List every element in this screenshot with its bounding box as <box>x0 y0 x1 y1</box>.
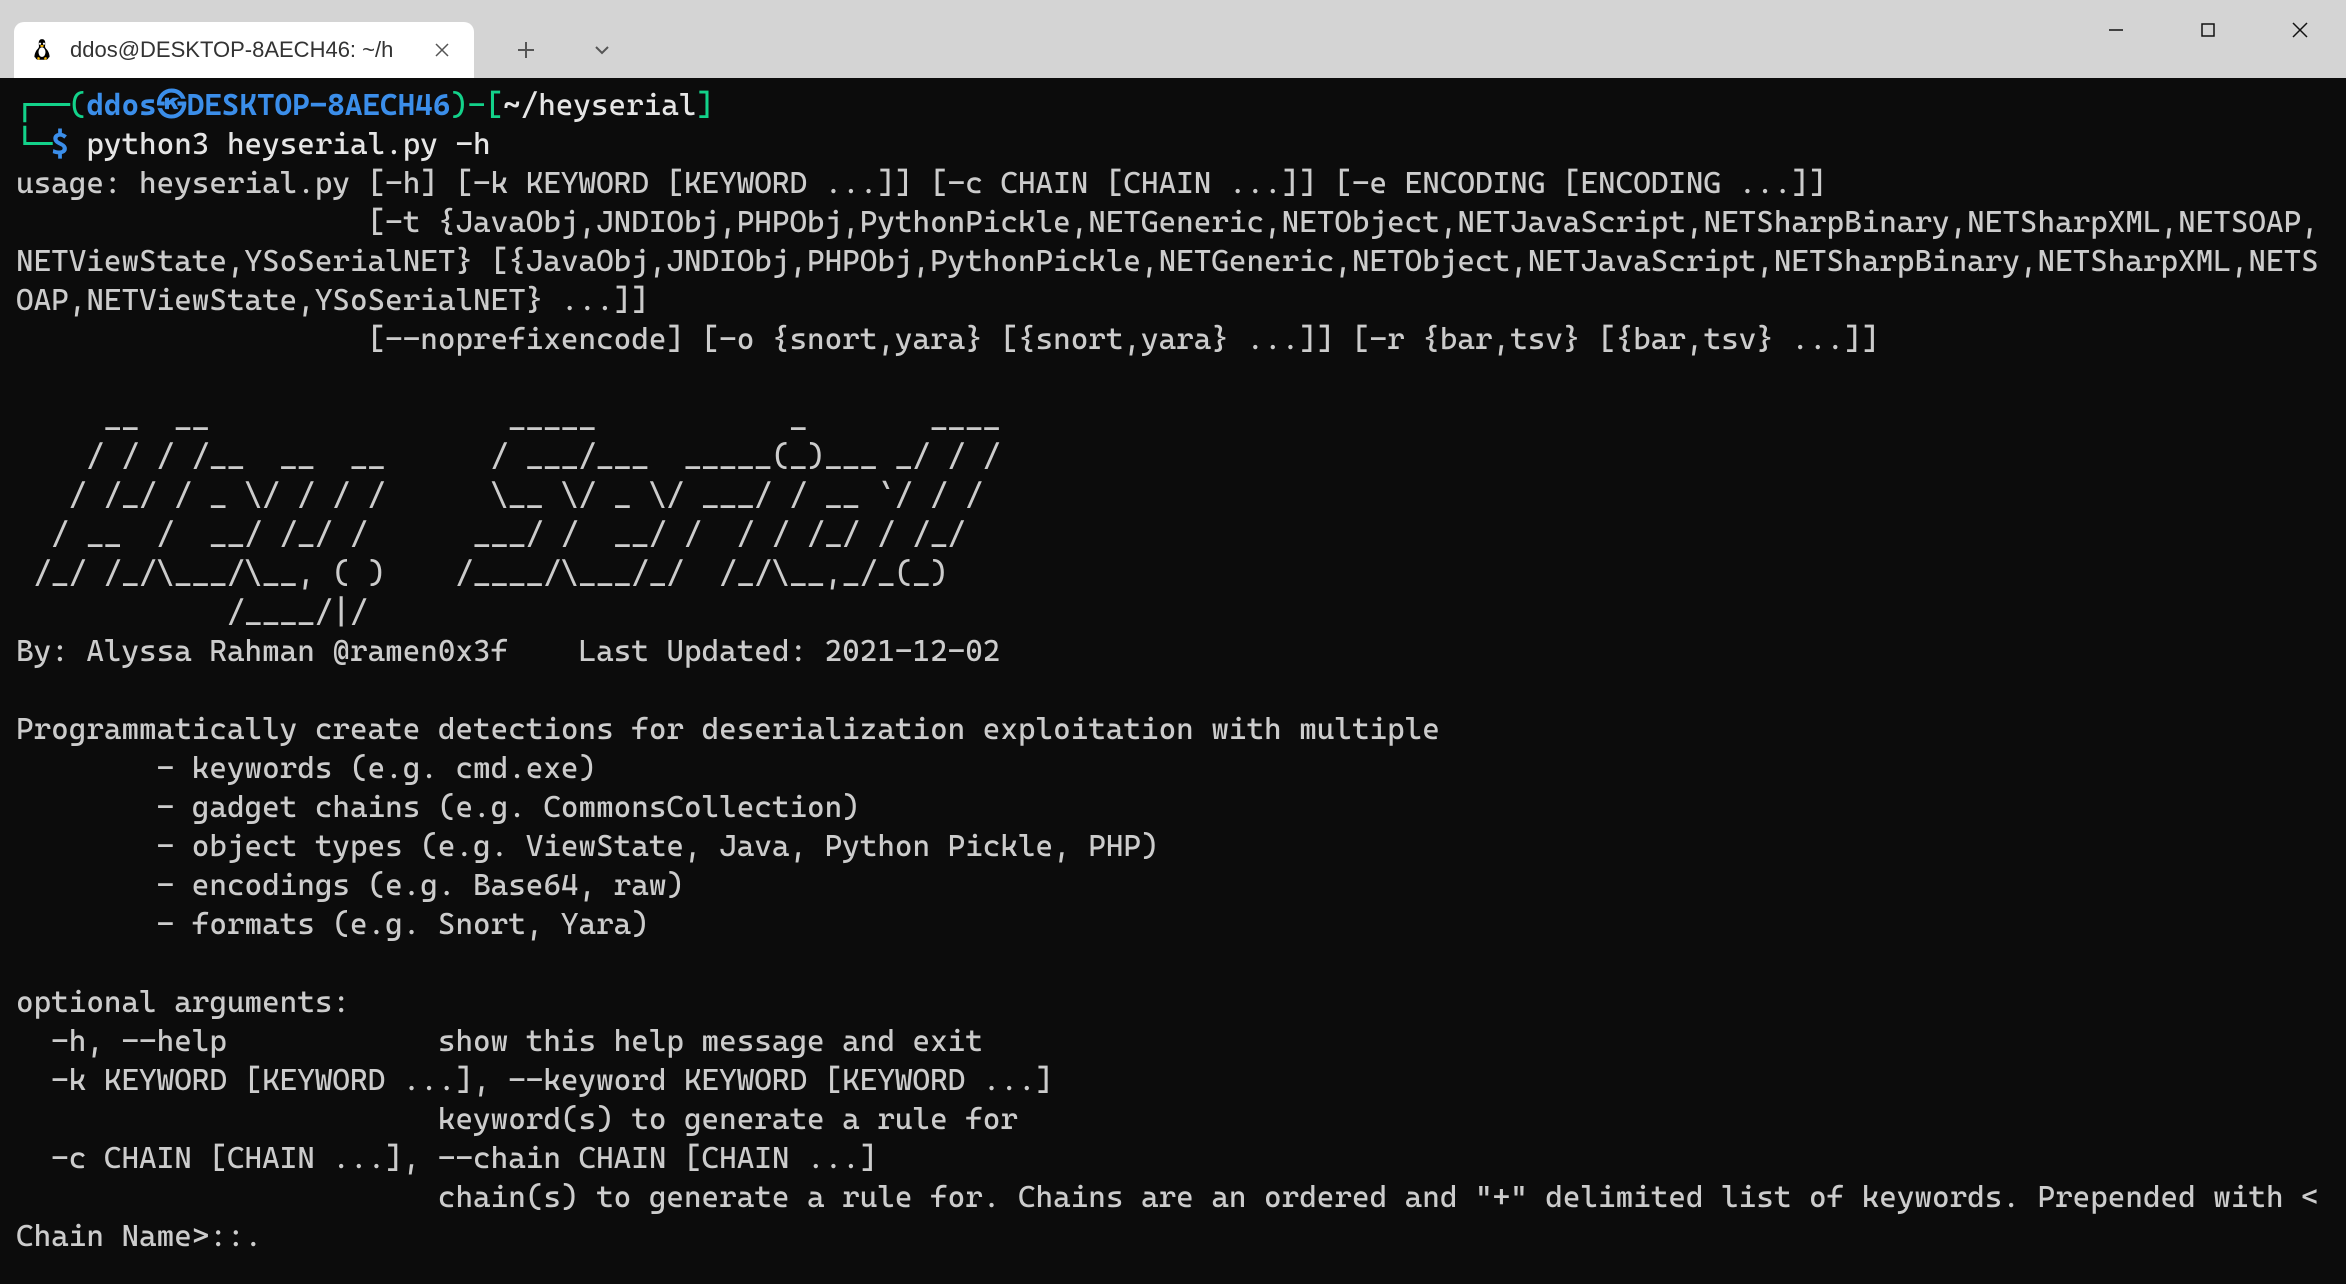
prompt-line2: └─ <box>16 127 51 162</box>
tux-icon <box>28 36 56 64</box>
opt-line: -h, --help show this help message and ex… <box>16 1022 2330 1061</box>
opt-line: -c CHAIN [CHAIN ...], --chain CHAIN [CHA… <box>16 1139 2330 1178</box>
blank1 <box>16 359 2330 398</box>
terminal-body[interactable]: ┌──(ddos㉿DESKTOP-8AECH46)-[~/heyserial] … <box>0 78 2346 1284</box>
byline: By: Alyssa Rahman @ramen0x3f Last Update… <box>16 632 2330 671</box>
tab-title: ddos@DESKTOP-8AECH46: ~/h <box>70 37 410 63</box>
opt-line: -k KEYWORD [KEYWORD ...], --keyword KEYW… <box>16 1061 2330 1100</box>
maximize-button[interactable] <box>2162 0 2254 60</box>
opt-header: optional arguments: <box>16 983 2330 1022</box>
prompt-dollar: $ <box>51 127 86 162</box>
desc-bullet: - encodings (e.g. Base64, raw) <box>16 866 2330 905</box>
desc-intro: Programmatically create detections for d… <box>16 710 2330 749</box>
prompt-user: ddos <box>86 88 156 123</box>
prompt-sep: ㉿ <box>157 88 187 123</box>
blank3 <box>16 944 2330 983</box>
window-controls <box>2070 0 2346 78</box>
terminal-window: ddos@DESKTOP-8AECH46: ~/h <box>0 0 2346 1284</box>
prompt-path: ~/heyserial <box>503 88 696 123</box>
tab-active[interactable]: ddos@DESKTOP-8AECH46: ~/h <box>14 22 474 78</box>
desc-bullet: - formats (e.g. Snort, Yara) <box>16 905 2330 944</box>
desc-bullet: - keywords (e.g. cmd.exe) <box>16 749 2330 788</box>
tab-controls <box>506 30 622 70</box>
desc-bullet: - gadget chains (e.g. CommonsCollection) <box>16 788 2330 827</box>
prompt-host: DESKTOP-8AECH46 <box>187 88 451 123</box>
close-window-button[interactable] <box>2254 0 2346 60</box>
blank2 <box>16 671 2330 710</box>
usage-text: usage: heyserial.py [-h] [-k KEYWORD [KE… <box>16 164 2330 359</box>
ascii-banner: __ __ _____ _ ____ / / / /__ __ __ / ___… <box>16 398 2330 632</box>
prompt-close: )-[ <box>450 88 503 123</box>
opt-line: keyword(s) to generate a rule for <box>16 1100 2330 1139</box>
new-tab-button[interactable] <box>506 30 546 70</box>
tab-dropdown-button[interactable] <box>582 30 622 70</box>
prompt-end: ] <box>696 88 714 123</box>
titlebar: ddos@DESKTOP-8AECH46: ~/h <box>0 0 2346 78</box>
minimize-button[interactable] <box>2070 0 2162 60</box>
opt-line: chain(s) to generate a rule for. Chains … <box>16 1178 2330 1256</box>
desc-bullet: - object types (e.g. ViewState, Java, Py… <box>16 827 2330 866</box>
tab-close-button[interactable] <box>424 32 460 68</box>
prompt-decor: ┌──( <box>16 88 86 123</box>
command-text: python3 heyserial.py -h <box>86 127 490 162</box>
